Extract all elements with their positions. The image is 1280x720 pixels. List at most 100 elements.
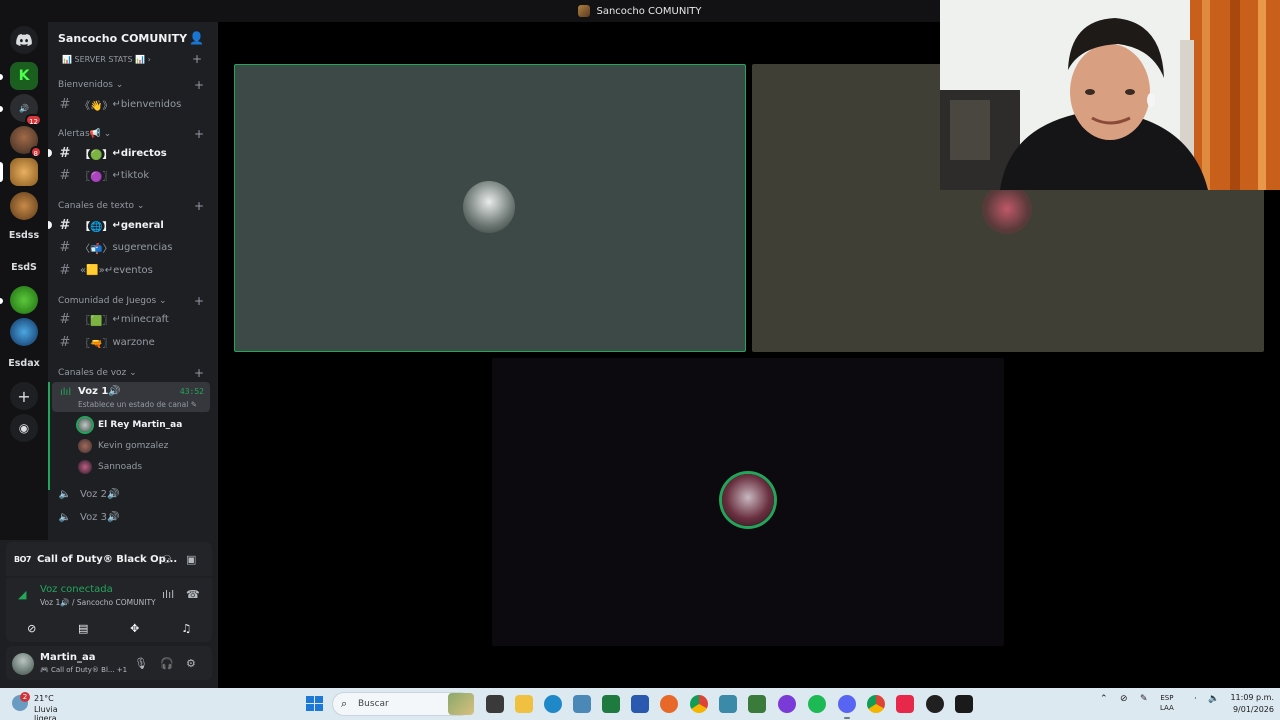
channel-warzone[interactable]: # 〖🔫〗 warzone	[56, 332, 210, 352]
disconnect-icon[interactable]: ☎	[186, 588, 200, 601]
minecraft-icon[interactable]	[748, 695, 766, 713]
notification-badge: 12	[25, 114, 42, 126]
server-voice-icon[interactable]: 🔊 12	[10, 94, 42, 126]
user-panel: BO7 Call of Duty® Black Op... ⚇ ▣ ◢ Voz …	[0, 540, 218, 688]
chevron-up-icon[interactable]: ⌃	[1100, 694, 1108, 704]
chrome-icon[interactable]	[867, 695, 885, 713]
voice-channel-voz2[interactable]: 🔈 Voz 2🔊	[56, 484, 210, 504]
channel-server-stats[interactable]: 📊 SERVER STATS 📊 › +	[56, 52, 210, 66]
plus-icon[interactable]: +	[194, 199, 204, 213]
channel-sidebar: Sancocho COMUNITY ⌄ 👤 📊 SERVER STATS 📊 ›…	[48, 22, 218, 540]
voice-connected-sub[interactable]: Voz 1🔊 / Sancocho COMUNITY	[40, 598, 156, 607]
server-food-icon[interactable]	[10, 192, 38, 220]
channel-bienvenidos[interactable]: # 《👋》 ↵bienvenidos	[56, 94, 210, 114]
photos-icon[interactable]	[573, 695, 591, 713]
wifi-icon[interactable]: ·	[1194, 694, 1197, 704]
channel-eventos[interactable]: # «🟨» ↵eventos	[56, 260, 210, 280]
gear-icon[interactable]: ⚙	[186, 657, 196, 670]
noise-suppression-icon[interactable]: ılıl	[162, 588, 174, 601]
add-people-icon[interactable]: ⚇	[162, 553, 172, 566]
call-of-duty-icon[interactable]	[955, 695, 973, 713]
server-sancocho-icon[interactable]	[10, 158, 38, 186]
category-canales-voz[interactable]: Canales de voz ⌄ +	[58, 366, 204, 380]
voice-user[interactable]: Sannoads	[78, 458, 142, 476]
clock[interactable]: 11:09 p.m. 9/01/2026	[1200, 692, 1274, 716]
server-avatar-icon[interactable]: 8	[10, 126, 42, 158]
file-explorer-icon[interactable]	[515, 695, 533, 713]
app-icon[interactable]	[778, 695, 796, 713]
word-icon[interactable]	[631, 695, 649, 713]
plus-icon[interactable]: +	[192, 52, 202, 66]
voice-user[interactable]: Kevin gomzalez	[78, 437, 168, 455]
task-view-icon[interactable]	[486, 695, 504, 713]
microphone-icon[interactable]: 🎙	[134, 657, 148, 670]
voice-connected-title[interactable]: Voz conectada	[40, 584, 113, 595]
share-screen-icon[interactable]: ▤	[64, 618, 102, 638]
discord-home-icon[interactable]	[10, 26, 38, 54]
server-esds[interactable]: EsdS	[4, 262, 44, 273]
add-user-icon[interactable]: 👤	[189, 31, 204, 45]
server-blue-icon[interactable]	[10, 318, 38, 346]
server-esdax[interactable]: Esdax	[4, 358, 44, 369]
voice-channel-voz1[interactable]: ılıl Voz 1🔊 43:52 Establece un estado de…	[52, 382, 210, 412]
activity-panel[interactable]: BO7 Call of Duty® Black Op... ⚇ ▣	[6, 542, 212, 576]
plus-icon[interactable]: +	[194, 127, 204, 141]
server-game-icon[interactable]	[10, 286, 38, 314]
network-off-icon[interactable]: ⊘	[1120, 694, 1128, 704]
stream-icon[interactable]: ▣	[186, 553, 196, 566]
channel-status[interactable]: Establece un estado de canal ✎	[78, 400, 197, 409]
voice-actions: ⊘ ▤ ✥ ♫	[6, 614, 212, 642]
voice-channel-voz3[interactable]: 🔈 Voz 3🔊	[56, 507, 210, 527]
headphones-icon[interactable]: 🎧	[160, 657, 174, 670]
spotify-icon[interactable]	[808, 695, 826, 713]
server-esdss[interactable]: Esdss	[4, 230, 44, 241]
voice-connection-panel: ◢ Voz conectada Voz 1🔊 / Sancocho COMUNI…	[6, 578, 212, 614]
avatar	[78, 460, 92, 474]
start-button[interactable]	[306, 696, 324, 712]
hash-icon: #	[59, 217, 71, 233]
voice-bars-icon: ılıl	[60, 387, 72, 398]
category-canales-texto[interactable]: Canales de texto ⌄ +	[58, 199, 204, 213]
add-server-icon[interactable]: +	[10, 382, 38, 410]
server-kick-icon[interactable]: K	[10, 62, 38, 90]
excel-icon[interactable]	[602, 695, 620, 713]
server-header[interactable]: Sancocho COMUNITY ⌄ 👤	[48, 22, 218, 54]
activities-icon[interactable]: ✥	[116, 618, 154, 638]
chrome-icon[interactable]	[690, 695, 708, 713]
category-comunidad-juegos[interactable]: Comunidad de Juegos ⌄ +	[58, 294, 204, 308]
channel-tiktok[interactable]: # 〖🟣〗 ↵tiktok	[56, 165, 210, 185]
notification-badge: 2	[20, 692, 30, 702]
plus-icon[interactable]: +	[194, 78, 204, 92]
participant-tile-speaking[interactable]	[234, 64, 746, 352]
activity-title: Call of Duty® Black Op...	[36, 553, 178, 565]
user-name[interactable]: Martin_aa	[40, 652, 95, 663]
weather-widget[interactable]: 2 21°C Lluvia ligera	[12, 692, 82, 720]
tiktok-icon[interactable]	[896, 695, 914, 713]
plus-icon[interactable]: +	[194, 294, 204, 308]
discord-icon[interactable]	[838, 695, 856, 713]
soundboard-icon[interactable]: ♫	[167, 618, 205, 638]
pen-icon[interactable]: ✎	[1140, 694, 1148, 704]
camera-off-icon[interactable]: ⊘	[13, 618, 51, 638]
channel-minecraft[interactable]: # 〖🟩〗 ↵minecraft	[56, 309, 210, 329]
discover-icon[interactable]: ◉	[10, 414, 38, 442]
signal-icon: ◢	[18, 588, 27, 601]
category-bienvenidos[interactable]: Bienvenidos ⌄ +	[58, 78, 204, 92]
voice-user[interactable]: El Rey Martin_aa	[78, 416, 182, 434]
participant-tile[interactable]	[492, 358, 1004, 646]
app-icon[interactable]	[926, 695, 944, 713]
avatar[interactable]	[12, 653, 34, 675]
edge-icon[interactable]	[544, 695, 562, 713]
channel-directos[interactable]: # 【🟢】 ↵directos	[48, 143, 210, 163]
widgets-icon[interactable]	[448, 693, 474, 715]
plus-icon[interactable]: +	[194, 366, 204, 380]
hash-icon: #	[59, 145, 71, 161]
firefox-icon[interactable]	[660, 695, 678, 713]
app-icon[interactable]	[719, 695, 737, 713]
channel-sugerencias[interactable]: # 〈📬〉 sugerencias	[56, 237, 210, 257]
search-icon: ⌕	[341, 697, 348, 710]
channel-general[interactable]: # 【🌐】 ↵general	[48, 215, 210, 235]
notification-badge: 8	[29, 146, 42, 158]
language-indicator[interactable]: ESP LAA	[1160, 693, 1174, 713]
category-alertas[interactable]: Alertas📢 ⌄ +	[58, 127, 204, 141]
